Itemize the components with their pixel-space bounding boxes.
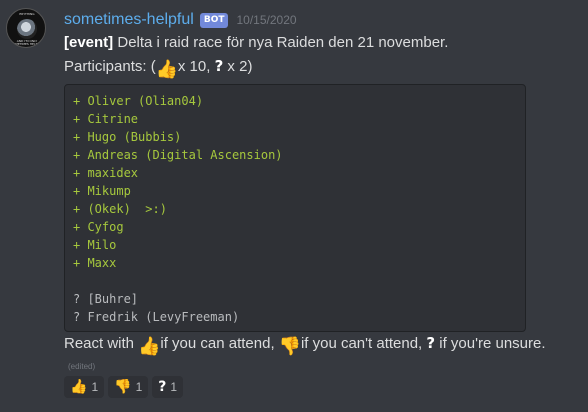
bot-tag: BOT — [199, 12, 229, 28]
reaction-count: 1 — [170, 380, 178, 394]
react-unsure: if you're unsure. — [435, 335, 546, 352]
reaction-count: 1 — [135, 380, 143, 394]
message-avatar[interactable]: ERYTHING AND I'M ONLY SOMETIMES HELPFUL — [6, 8, 46, 48]
timestamp: 10/15/2020 — [236, 13, 297, 27]
question-icon: ? — [158, 379, 167, 395]
code-line: + Andreas (Digital Ascension) — [73, 148, 283, 162]
event-line: [event] Delta i raid race för nya Raiden… — [64, 34, 448, 51]
code-line: + Oliver (Olian04) — [73, 94, 204, 108]
code-line: + Milo — [73, 238, 117, 252]
code-line: + Maxx — [73, 256, 117, 270]
event-title: Delta i raid race för nya Raiden den 21 … — [113, 34, 449, 51]
event-tag: [event] — [64, 34, 114, 51]
username[interactable]: sometimes-helpful — [64, 11, 194, 29]
thumbs-down-icon: 👎 — [278, 336, 302, 357]
code-line: ? Fredrik (LevyFreeman) — [73, 310, 240, 324]
thumbs-down-icon: 👎 — [114, 379, 132, 395]
react-cant: if you can't attend, — [296, 335, 427, 352]
reaction-count: 1 — [91, 380, 99, 394]
code-line: ? [Buhre] — [73, 292, 139, 306]
code-line: + (Okek) >:) — [73, 202, 167, 216]
code-line: + Cyfog — [73, 220, 124, 234]
code-block: + Oliver (Olian04) + Citrine + Hugo (Bub… — [64, 84, 526, 332]
message-header: sometimes-helpful BOT 10/15/2020 — [64, 9, 297, 31]
thumbs-up-icon: 👍 — [155, 59, 179, 80]
thumbs-up-icon: 👍 — [138, 336, 161, 357]
code-line: + Citrine — [73, 112, 139, 126]
avatar-text-bottom: AND I'M ONLY SOMETIMES HELPFUL — [10, 39, 44, 46]
question-icon: ? — [214, 57, 224, 75]
code-line: + Mikump — [73, 184, 131, 198]
avatar-text-top: ERYTHING — [19, 12, 35, 16]
code-line: + Hugo (Bubbis) — [73, 130, 182, 144]
reactions-bar: 👍 1 👎 1 ? 1 — [64, 376, 184, 398]
question-icon: ? — [426, 334, 436, 352]
owl-icon — [17, 19, 37, 39]
react-instructions: React with 👍 if you can attend, 👎 if you… — [64, 334, 546, 356]
reaction-thumbs-up[interactable]: 👍 1 — [64, 376, 105, 398]
participants-thumb-count: x 10, — [173, 58, 215, 75]
reaction-thumbs-down[interactable]: 👎 1 — [108, 376, 149, 398]
react-attend: if you can attend, — [156, 335, 279, 352]
reaction-question[interactable]: ? 1 — [152, 376, 184, 398]
participants-question-count: x 2) — [223, 58, 253, 75]
participants-label: Participants: ( — [64, 58, 156, 75]
participants-line: Participants: (👍 x 10, ? x 2) — [64, 57, 252, 79]
react-prefix: React with — [64, 335, 139, 352]
code-line: + maxidex — [73, 166, 139, 180]
edited-label: (edited) — [68, 362, 96, 371]
thumbs-up-icon: 👍 — [70, 379, 88, 395]
